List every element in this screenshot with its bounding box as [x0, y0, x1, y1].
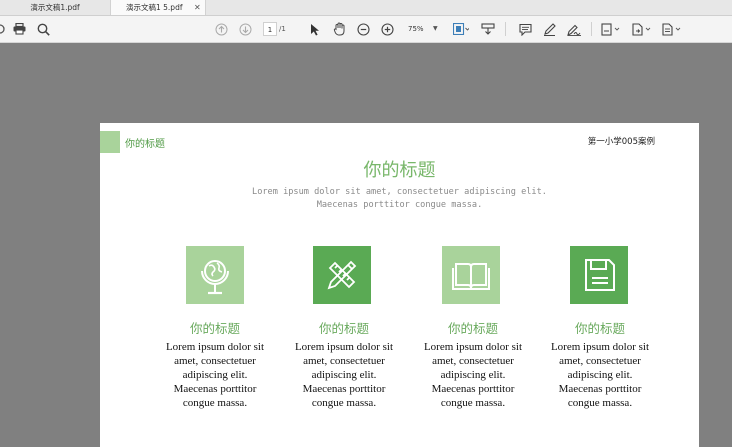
stamp-icon[interactable] — [480, 16, 496, 42]
print-icon[interactable] — [12, 16, 26, 42]
feature-text-line: amet, consectetuer — [174, 355, 256, 367]
page-title: 你的标题 — [363, 160, 436, 181]
subtitle-line: Lorem ipsum dolor sit amet, consectetuer… — [252, 187, 547, 197]
tab-bar: 演示文稿1.pdf 演示文稿1 5.pdf ✕ — [0, 0, 732, 16]
previous-page-icon[interactable] — [214, 16, 228, 42]
feature-text-line: congue massa. — [182, 397, 248, 409]
feature-title: 你的标题 — [447, 321, 498, 336]
feature-text-line: Maecenas porttitor — [302, 383, 386, 395]
header-right-text: 第一小学005案例 — [587, 137, 655, 147]
toolbar-divider — [505, 22, 506, 36]
partial-icon[interactable] — [0, 16, 8, 42]
comment-icon[interactable] — [518, 16, 532, 42]
tab-document-1[interactable]: 演示文稿1.pdf — [0, 0, 110, 15]
feature-text: Lorem ipsum dolor sit amet, consectetuer… — [531, 340, 669, 410]
feature-text: Lorem ipsum dolor sit amet, consectetuer… — [146, 340, 284, 410]
feature-text: Lorem ipsum dolor sit amet, consectetuer… — [404, 340, 542, 410]
feature-text-line: Maecenas porttitor — [431, 383, 515, 395]
pen-icon[interactable] — [542, 16, 556, 42]
feature-text-line: adipiscing elit. — [182, 369, 248, 381]
book-icon — [442, 246, 500, 304]
page-count: /1 — [279, 25, 286, 33]
feature-text-line: amet, consectetuer — [559, 355, 641, 367]
page-number-input[interactable]: 1 — [263, 22, 277, 36]
zoom-in-icon[interactable] — [380, 16, 394, 42]
export-menu-icon[interactable] — [631, 16, 653, 42]
floppy-disk-icon — [570, 246, 628, 304]
globe-icon — [186, 246, 244, 304]
pencil-ruler-icon — [313, 246, 371, 304]
feature-text-line: adipiscing elit. — [311, 369, 377, 381]
page-subtitle: Lorem ipsum dolor sit amet, consectetuer… — [100, 186, 699, 212]
feature-text-line: adipiscing elit. — [567, 369, 633, 381]
feature-text-line: adipiscing elit. — [440, 369, 506, 381]
select-cursor-icon[interactable] — [308, 16, 322, 42]
feature-text-line: amet, consectetuer — [432, 355, 514, 367]
toolbar: 1 /1 75% ▼ — [0, 16, 732, 43]
close-icon[interactable]: ✕ — [194, 0, 201, 15]
tab-document-2[interactable]: 演示文稿1 5.pdf ✕ — [110, 0, 206, 15]
next-page-icon[interactable] — [238, 16, 252, 42]
feature-text-line: congue massa. — [311, 397, 377, 409]
feature-text-line: congue massa. — [440, 397, 506, 409]
feature-text-line: amet, consectetuer — [303, 355, 385, 367]
tab-label: 演示文稿1.pdf — [30, 3, 80, 12]
feature-text-line: Maecenas porttitor — [558, 383, 642, 395]
tab-label: 演示文稿1 5.pdf — [126, 3, 183, 12]
hand-tool-icon[interactable] — [332, 16, 346, 42]
pages-menu-icon[interactable] — [661, 16, 683, 42]
subtitle-line: Maecenas porttitor congue massa. — [316, 200, 483, 210]
fit-page-icon[interactable] — [452, 16, 470, 42]
feature-text-line: Lorem ipsum dolor sit — [165, 341, 265, 353]
document-menu-icon[interactable] — [600, 16, 622, 42]
feature-text-line: Lorem ipsum dolor sit — [294, 341, 394, 353]
feature-text: Lorem ipsum dolor sit amet, consectetuer… — [275, 340, 413, 410]
feature-text-line: congue massa. — [567, 397, 633, 409]
feature-text-line: Maecenas porttitor — [173, 383, 257, 395]
search-icon[interactable] — [36, 16, 50, 42]
document-page: 你的标题 第一小学005案例 你的标题 Lorem ipsum dolor si… — [100, 123, 699, 447]
zoom-level[interactable]: 75% — [408, 22, 424, 36]
feature-text-line: Lorem ipsum dolor sit — [550, 341, 650, 353]
header-accent-block — [100, 131, 120, 153]
feature-title: 你的标题 — [318, 321, 369, 336]
feature-title: 你的标题 — [574, 321, 625, 336]
sign-icon[interactable] — [566, 16, 582, 42]
header-title: 你的标题 — [125, 139, 165, 150]
feature-text-line: Lorem ipsum dolor sit — [423, 341, 523, 353]
toolbar-divider — [591, 22, 592, 36]
feature-title: 你的标题 — [189, 321, 240, 336]
zoom-out-icon[interactable] — [356, 16, 370, 42]
chevron-down-icon[interactable]: ▼ — [433, 22, 438, 36]
